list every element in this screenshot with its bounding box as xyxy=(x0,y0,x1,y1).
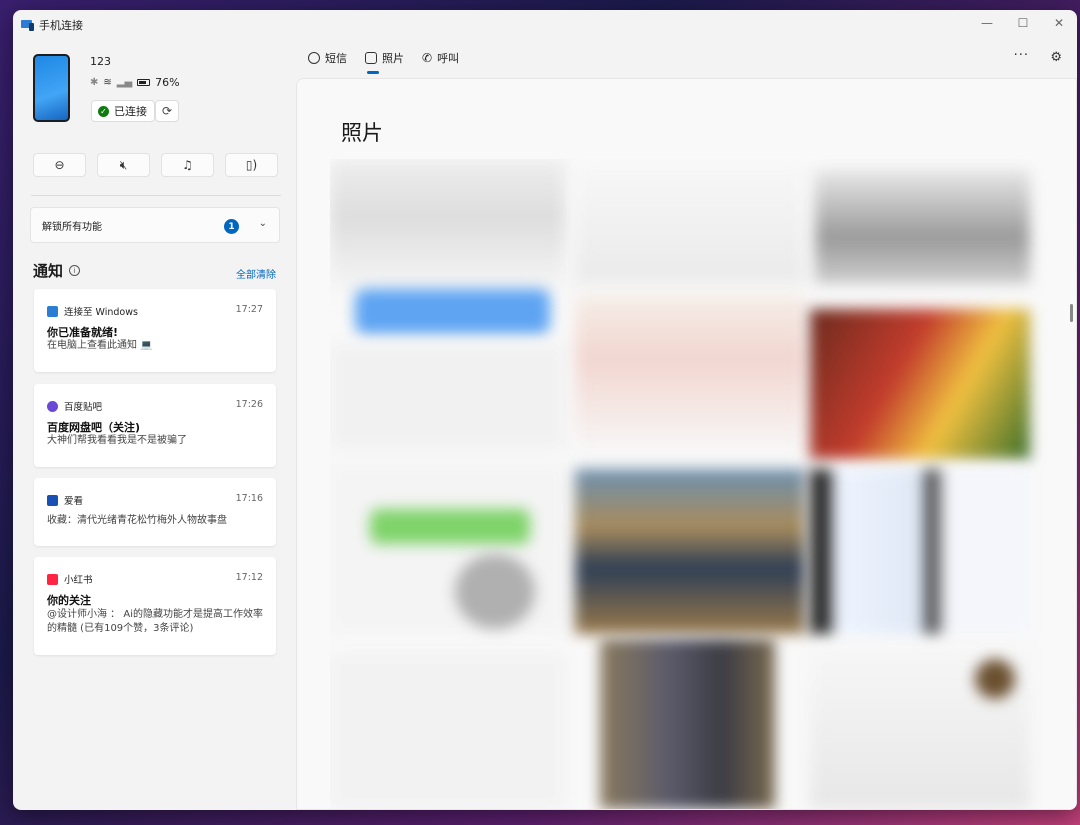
scrollbar[interactable] xyxy=(1070,304,1073,322)
tab-label: 照片 xyxy=(382,52,404,65)
gear-icon[interactable]: ⚙ xyxy=(1050,50,1062,65)
phone-icon: ✆ xyxy=(422,51,433,65)
bluetooth-icon: ✱ xyxy=(90,77,99,88)
photo-grid xyxy=(330,159,1058,809)
connection-status-label: 已连接 xyxy=(114,105,147,118)
battery-icon xyxy=(137,79,151,86)
phone-link-window: 手机连接 — ☐ ✕ 123 ✱ ≋ ▂▄ 76% ✓ 已连接 ⟳ ⊖ 🔇︎ ♫… xyxy=(13,10,1077,810)
link-to-windows-icon xyxy=(47,305,58,317)
close-button[interactable]: ✕ xyxy=(1041,10,1077,36)
notification-title: 你的关注 xyxy=(47,594,91,607)
tab-photos[interactable]: 照片 xyxy=(365,50,404,74)
refresh-button[interactable]: ⟳ xyxy=(155,100,179,122)
photo-thumbnail[interactable] xyxy=(355,289,550,334)
tab-messages[interactable]: 短信 xyxy=(308,50,347,72)
photo-thumbnail[interactable] xyxy=(810,309,1030,459)
notification-time: 17:12 xyxy=(235,572,263,583)
notification-body: @设计师小海 ： Ai的隐藏功能才是提高工作效率的精髓 (已有109个赞，3条评… xyxy=(47,609,263,634)
notification-body: 收藏：清代光绪青花松竹梅外人物故事盘 xyxy=(47,515,227,526)
photo-thumbnail[interactable] xyxy=(330,654,565,809)
photo-thumbnail[interactable] xyxy=(575,294,805,454)
notification-time: 17:27 xyxy=(235,304,263,315)
photo-thumbnail[interactable] xyxy=(575,164,805,284)
chevron-down-icon: ⌄ xyxy=(258,218,267,229)
notification-title: 你已准备就绪! xyxy=(47,326,119,339)
window-title: 手机连接 xyxy=(39,19,83,32)
music-note-icon: ♫ xyxy=(182,158,193,172)
top-tabs: 短信 照片 ✆ 呼叫 xyxy=(308,50,459,74)
message-icon xyxy=(308,52,320,64)
photo-thumbnail[interactable] xyxy=(575,469,805,634)
tab-label: 呼叫 xyxy=(437,52,460,65)
do-not-disturb-button[interactable]: ⊖ xyxy=(33,153,86,177)
notification-time: 17:26 xyxy=(235,399,263,410)
title-bar: 手机连接 — ☐ ✕ xyxy=(13,10,1077,40)
connection-status-button[interactable]: ✓ 已连接 xyxy=(91,100,155,122)
signal-icon: ▂▄ xyxy=(116,77,133,88)
clear-all-link[interactable]: 全部清除 xyxy=(236,266,276,281)
notification-body: 大神们帮我看看我是不是被骗了 xyxy=(47,435,187,446)
refresh-icon: ⟳ xyxy=(161,104,173,118)
photo-thumbnail[interactable] xyxy=(330,344,565,449)
notifications-title: 通知 xyxy=(33,262,64,280)
minimize-button[interactable]: — xyxy=(969,10,1005,36)
divider xyxy=(31,195,281,196)
more-options-button[interactable]: ··· xyxy=(1014,48,1029,63)
notification-card[interactable]: 百度贴吧 17:26 百度网盘吧（关注) 大神们帮我看看我是不是被骗了 xyxy=(34,384,276,467)
maximize-button[interactable]: ☐ xyxy=(1005,10,1041,36)
wifi-icon: ≋ xyxy=(103,77,112,88)
notification-body: 在电脑上查看此通知 💻 xyxy=(47,340,153,351)
notification-title: 百度网盘吧（关注) xyxy=(47,421,141,434)
info-icon[interactable]: i xyxy=(69,265,80,276)
xiaohongshu-icon xyxy=(47,573,58,585)
notification-card[interactable]: 小红书 17:12 你的关注 @设计师小海 ： Ai的隐藏功能才是提高工作效率的… xyxy=(34,557,276,655)
phone-image xyxy=(33,54,70,122)
notification-time: 17:16 xyxy=(235,493,263,504)
photo-thumbnail[interactable] xyxy=(330,159,565,304)
do-not-disturb-icon: ⊖ xyxy=(54,158,65,172)
audio-switch-button[interactable]: ▯) xyxy=(225,153,278,177)
notification-app: 小红书 xyxy=(64,575,93,586)
photo-thumbnail[interactable] xyxy=(975,659,1015,699)
photo-thumbnail[interactable] xyxy=(810,469,1030,634)
notification-card[interactable]: 爱看 17:16 收藏：清代光绪青花松竹梅外人物故事盘 xyxy=(34,478,276,546)
notification-app: 爱看 xyxy=(64,496,84,507)
battery-level: 76% xyxy=(155,76,180,89)
notification-app: 连接至 Windows xyxy=(64,307,138,318)
mute-icon: 🔇︎ xyxy=(119,157,128,172)
device-status-row: ✱ ≋ ▂▄ 76% xyxy=(90,76,180,89)
unlock-count-badge: 1 xyxy=(224,219,239,234)
photo-thumbnail[interactable] xyxy=(600,639,775,809)
device-name: 123 xyxy=(90,55,111,68)
photos-pane: 照片 xyxy=(296,78,1077,810)
photo-icon xyxy=(365,52,377,64)
unlock-features-label: 解锁所有功能 xyxy=(42,221,102,233)
photo-thumbnail[interactable] xyxy=(455,554,535,629)
baidu-tieba-icon xyxy=(47,400,58,412)
media-button[interactable]: ♫ xyxy=(161,153,214,177)
quick-actions: ⊖ 🔇︎ ♫ ▯) xyxy=(33,153,278,177)
left-panel: 123 ✱ ≋ ▂▄ 76% ✓ 已连接 ⟳ ⊖ 🔇︎ ♫ ▯) 解锁所有功能 … xyxy=(13,40,295,810)
photo-thumbnail[interactable] xyxy=(815,169,1030,284)
photo-thumbnail[interactable] xyxy=(370,509,530,544)
notification-app: 百度贴吧 xyxy=(64,402,103,413)
check-icon: ✓ xyxy=(98,105,109,117)
tab-calls[interactable]: ✆ 呼叫 xyxy=(422,50,459,72)
mute-button[interactable]: 🔇︎ xyxy=(97,153,150,177)
page-title: 照片 xyxy=(341,121,383,145)
phone-audio-icon: ▯) xyxy=(245,158,258,172)
phone-link-app-icon xyxy=(21,19,34,31)
aikan-app-icon xyxy=(47,494,58,506)
notification-card[interactable]: 连接至 Windows 17:27 你已准备就绪! 在电脑上查看此通知 💻 xyxy=(34,289,276,372)
unlock-features-dropdown[interactable]: 解锁所有功能 1 ⌄ xyxy=(30,207,280,243)
tab-label: 短信 xyxy=(325,52,347,65)
